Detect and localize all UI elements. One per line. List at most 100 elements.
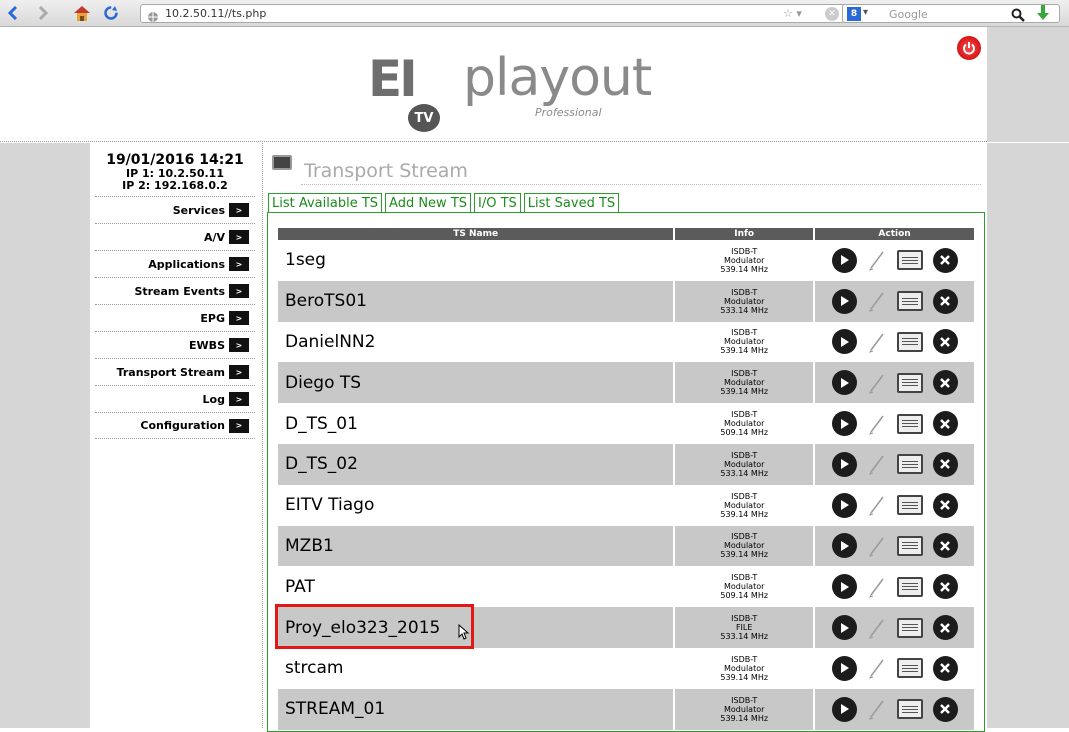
delete-icon[interactable] (932, 411, 958, 437)
reload-icon[interactable] (102, 4, 120, 22)
details-icon[interactable] (896, 658, 923, 679)
details-icon[interactable] (896, 454, 923, 475)
ts-name-cell[interactable]: MZB1 (278, 525, 676, 567)
arrow-icon[interactable]: > (229, 230, 249, 244)
arrow-icon[interactable]: > (229, 284, 249, 298)
sidebar-item-transport-stream[interactable]: Transport Stream > (95, 358, 255, 385)
details-icon[interactable] (896, 372, 923, 393)
details-icon[interactable] (896, 576, 923, 597)
delete-icon[interactable] (932, 615, 958, 641)
arrow-icon[interactable]: > (229, 338, 249, 352)
ts-name-cell[interactable]: BeroTS01 (278, 280, 676, 322)
play-icon[interactable] (831, 288, 857, 314)
delete-icon[interactable] (932, 655, 958, 681)
ts-name-cell[interactable]: 1seg (278, 240, 676, 281)
delete-icon[interactable] (932, 533, 958, 559)
edit-icon[interactable] (867, 493, 887, 517)
stop-icon[interactable]: ✕ (825, 7, 839, 21)
sidebar-item-configuration[interactable]: Configuration > (95, 412, 255, 439)
sidebar-item-log[interactable]: Log > (95, 385, 255, 412)
sidebar-item-stream-events[interactable]: Stream Events > (95, 277, 255, 304)
google-icon[interactable]: 8 (847, 7, 861, 21)
details-icon[interactable] (896, 250, 923, 271)
ts-name-cell[interactable]: D_TS_02 (278, 443, 676, 485)
edit-icon[interactable] (867, 248, 887, 272)
edit-icon[interactable] (867, 656, 887, 680)
search-icon[interactable] (1011, 7, 1025, 26)
details-icon[interactable] (896, 617, 923, 638)
bookmark-star-icon[interactable]: ☆ ▾ (783, 7, 802, 20)
arrow-icon[interactable]: > (229, 311, 249, 325)
play-icon[interactable] (831, 696, 857, 722)
edit-icon[interactable] (867, 534, 887, 558)
delete-icon[interactable] (932, 492, 958, 518)
address-bar[interactable]: 10.2.50.11//ts.php ☆ ▾ ✕ (140, 4, 960, 23)
edit-icon[interactable] (867, 616, 887, 640)
ts-name-cell[interactable]: Diego TS (278, 362, 676, 404)
arrow-icon[interactable]: > (229, 365, 249, 379)
arrow-icon[interactable]: > (229, 257, 249, 271)
edit-icon[interactable] (867, 575, 887, 599)
info-frequency: 533.14 MHz (720, 468, 769, 478)
edit-icon[interactable] (867, 330, 887, 354)
delete-icon[interactable] (932, 329, 958, 355)
play-icon[interactable] (831, 247, 857, 273)
play-icon[interactable] (831, 370, 857, 396)
logo-mark: EI (368, 50, 418, 108)
delete-icon[interactable] (932, 370, 958, 396)
play-icon[interactable] (831, 451, 857, 477)
edit-icon[interactable] (867, 371, 887, 395)
sidebar-item-av[interactable]: A/V > (95, 223, 255, 250)
play-icon[interactable] (831, 411, 857, 437)
search-box[interactable]: 8 ▾ Google (842, 4, 1060, 23)
tab-list-saved-ts[interactable]: List Saved TS (523, 193, 620, 212)
details-icon[interactable] (896, 535, 923, 556)
details-icon[interactable] (896, 331, 923, 352)
arrow-icon[interactable]: > (229, 392, 249, 406)
ts-name-cell[interactable]: D_TS_01 (278, 403, 676, 444)
arrow-icon[interactable]: > (229, 418, 249, 433)
details-icon[interactable] (896, 291, 923, 312)
ts-action-cell (814, 280, 976, 322)
play-icon[interactable] (831, 492, 857, 518)
table-row: PAT ISDB-T Modulator 509.14 MHz (278, 566, 976, 608)
ts-name-cell[interactable]: EITV Tiago (278, 484, 676, 526)
play-icon[interactable] (831, 329, 857, 355)
delete-icon[interactable] (932, 247, 958, 273)
details-icon[interactable] (896, 495, 923, 516)
details-icon[interactable] (896, 699, 923, 720)
back-icon[interactable] (6, 4, 20, 22)
edit-icon[interactable] (867, 289, 887, 313)
search-engine-dropdown-icon[interactable]: ▾ (863, 7, 868, 18)
sidebar-item-label: Services (172, 203, 225, 217)
sidebar-item-epg[interactable]: EPG > (95, 304, 255, 331)
play-icon[interactable] (831, 655, 857, 681)
forward-icon[interactable] (36, 4, 50, 22)
edit-icon[interactable] (867, 452, 887, 476)
sidebar-item-applications[interactable]: Applications > (95, 250, 255, 277)
edit-icon[interactable] (867, 412, 887, 436)
delete-icon[interactable] (932, 288, 958, 314)
play-icon[interactable] (831, 574, 857, 600)
play-icon[interactable] (831, 533, 857, 559)
tab-add-new-ts[interactable]: Add New TS (385, 193, 472, 212)
tab-list-available-ts[interactable]: List Available TS (268, 193, 383, 212)
arrow-icon[interactable]: > (229, 203, 249, 217)
play-icon[interactable] (831, 615, 857, 641)
edit-icon[interactable] (867, 697, 887, 721)
ts-name-cell[interactable]: DanielNN2 (278, 321, 676, 363)
table-body: 1seg ISDB-T Modulator 539.14 MHz BeroTS01 ISD… (278, 240, 976, 730)
delete-icon[interactable] (932, 451, 958, 477)
sidebar-item-services[interactable]: Services > (95, 196, 255, 223)
home-icon[interactable] (72, 4, 92, 22)
delete-icon[interactable] (932, 574, 958, 600)
details-icon[interactable] (896, 413, 923, 434)
ts-name-cell[interactable]: strcam (278, 647, 676, 689)
delete-icon[interactable] (932, 696, 958, 722)
ts-name-cell[interactable]: STREAM_01 (278, 688, 676, 730)
download-icon[interactable] (1037, 5, 1049, 25)
tab-io-ts[interactable]: I/O TS (474, 193, 521, 212)
ts-name-cell[interactable]: PAT (278, 566, 676, 608)
power-icon[interactable] (957, 36, 981, 60)
sidebar-item-ewbs[interactable]: EWBS > (95, 331, 255, 358)
